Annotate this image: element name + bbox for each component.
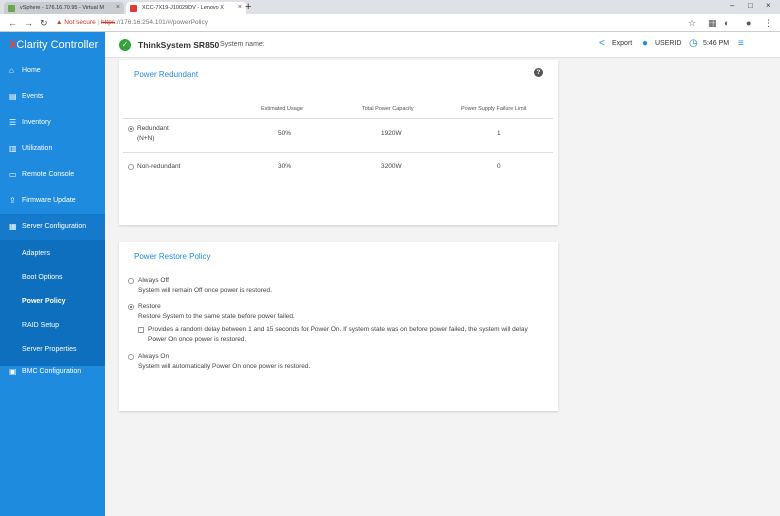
sidebar: ⌂ Home ▤ Events ☰ Inventory ▥ Utilization ▭ R… [0,58,105,516]
url-scheme: https [101,19,116,26]
always-off-desc: System will remain Off once power is res… [138,287,272,294]
user-icon[interactable]: ● [642,38,648,50]
minimize-icon[interactable]: – [730,0,734,12]
vsphere-favicon-icon [8,5,15,12]
restore-radio[interactable] [128,304,134,310]
browser-tab-xcc[interactable]: XCC-7X19-J10029DV - Lenovo X × [126,2,246,14]
menu-lines-icon[interactable]: ≡ [738,38,744,50]
tab-title: XCC-7X19-J10029DV - Lenovo X [142,5,224,11]
sidebar-item-home[interactable]: ⌂ Home [0,58,105,84]
col-estimated-usage: Estimated Usage [261,106,303,112]
non-redundant-label: Non-redundant [137,163,181,170]
server-icon: ▦ [9,222,17,231]
browser-tab-bar: vSphere - 176.16.70.95 - Virtual M × XCC… [0,0,780,14]
header-divider [123,118,553,119]
events-icon: ▤ [9,92,17,101]
back-icon[interactable]: ← [8,17,17,29]
url-rest: ://176.16.254.101/#/powerPolicy [115,19,208,26]
bookmark-star-icon[interactable]: ☆ [688,17,696,29]
redundant-capacity: 1920W [381,130,402,137]
power-restore-card: Power Restore Policy Always Off System w… [119,242,558,411]
window-close-icon[interactable]: × [766,0,771,12]
power-redundant-title: Power Redundant [134,70,199,79]
row-divider [123,152,553,153]
console-icon: ▭ [9,170,17,179]
url-field[interactable]: ▲ Not secure | https://176.16.254.101/#/… [56,16,676,30]
extension-icon[interactable]: ▦ [708,17,717,29]
menu-icon[interactable]: ⋮ [764,17,773,29]
always-off-label: Always Off [138,277,169,284]
non-redundant-limit: 0 [497,163,501,170]
close-tab-icon[interactable]: × [116,2,120,14]
random-delay-text-line1: Provides a random delay between 1 and 15… [148,326,528,333]
profile-icon[interactable]: ● [746,17,751,29]
xcc-favicon-icon [130,5,137,12]
product-name: ThinkSystem SR850 [138,40,220,50]
utilization-icon: ▥ [9,144,17,153]
share-icon[interactable]: < [599,38,605,50]
brand-logo: XClarity Controller [0,32,105,58]
non-redundant-capacity: 3200W [381,163,402,170]
always-on-desc: System will automatically Power On once … [138,363,311,370]
security-label: Not secure [64,19,96,26]
non-redundant-usage: 30% [278,163,292,170]
power-restore-title: Power Restore Policy [134,252,211,261]
random-delay-checkbox[interactable] [138,327,144,333]
non-redundant-radio[interactable] [128,164,134,170]
home-icon: ⌂ [9,66,14,75]
sidebar-sub-raid-setup[interactable]: RAID Setup [0,314,105,338]
forward-icon[interactable]: → [24,17,33,29]
clock-icon: ◷ [689,38,698,49]
sidebar-sub-adapters[interactable]: Adapters [0,242,105,266]
user-menu[interactable]: USERID [655,40,681,47]
redundant-usage: 50% [278,130,292,137]
reload-icon[interactable]: ↻ [40,17,48,29]
restore-label: Restore [138,303,161,310]
always-off-radio[interactable] [128,278,134,284]
redundant-limit: 1 [497,130,501,137]
sidebar-item-remote-console[interactable]: ▭ Remote Console [0,162,105,188]
redundant-radio[interactable] [128,126,134,132]
random-delay-text-line2: Power On once power is restored. [148,336,247,343]
sidebar-sub-boot-options[interactable]: Boot Options [0,266,105,290]
help-icon[interactable]: ? [534,68,543,77]
redundant-sublabel: (N+N) [137,135,155,142]
system-status-icon: ✓ [119,39,131,51]
sidebar-item-server-configuration[interactable]: ▦ Server Configuration [0,214,105,240]
clock-time: 5:46 PM [703,40,730,47]
system-name-label: System name: [220,41,265,48]
col-failure-limit: Power Supply Failure Limit [461,106,527,112]
sidebar-item-inventory[interactable]: ☰ Inventory [0,110,105,136]
redundant-label: Redundant [137,125,169,132]
tab-title: vSphere - 176.16.70.95 - Virtual M [20,5,104,11]
main-content: Power Redundant ? Estimated Usage Total … [105,58,780,516]
always-on-label: Always On [138,353,170,360]
power-redundant-card: Power Redundant ? Estimated Usage Total … [119,60,558,225]
restore-desc: Restore System to the same state before … [138,313,295,320]
extension2-icon[interactable]: ◐ [724,17,729,29]
sidebar-sub-power-policy[interactable]: Power Policy [0,290,105,314]
new-tab-button[interactable]: + [245,0,251,14]
col-total-power-capacity: Total Power Capacity [362,106,414,112]
always-on-radio[interactable] [128,354,134,360]
server-configuration-submenu: Adapters Boot Options Power Policy RAID … [0,240,105,366]
app-header: XClarity Controller ✓ ThinkSystem SR850 … [0,32,780,58]
close-tab-icon[interactable]: × [238,2,242,14]
sidebar-item-utilization[interactable]: ▥ Utilization [0,136,105,162]
sidebar-item-firmware-update[interactable]: ⇪ Firmware Update [0,188,105,214]
bmc-icon: ▣ [9,367,17,376]
warning-icon: ▲ [56,19,63,26]
maximize-icon[interactable]: □ [748,0,753,12]
sidebar-item-bmc-configuration[interactable]: ▣ BMC Configuration [0,359,105,385]
upload-icon: ⇪ [9,196,16,205]
address-bar: ← → ↻ ▲ Not secure | https://176.16.254.… [0,14,780,32]
inventory-icon: ☰ [9,118,17,127]
sidebar-item-events[interactable]: ▤ Events [0,84,105,110]
browser-tab-vsphere[interactable]: vSphere - 176.16.70.95 - Virtual M × [4,2,124,14]
export-button[interactable]: Export [612,40,632,47]
